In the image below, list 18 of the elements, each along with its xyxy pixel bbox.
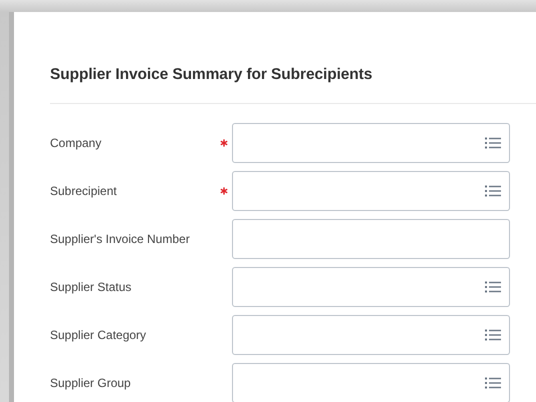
input-field[interactable] [232,267,510,307]
field-label: Company [50,136,102,150]
input-field[interactable] [232,315,510,355]
field-label: Subrecipient [50,184,118,198]
list-icon[interactable] [485,329,501,341]
field-label: Supplier Category [50,328,148,342]
field-label: Supplier Group [50,376,132,390]
field-label: Supplier Status [50,280,132,294]
input-field[interactable] [232,171,510,211]
list-icon[interactable] [485,377,501,389]
input-field[interactable] [232,219,510,259]
field-label: Supplier's Invoice Number [50,232,191,246]
list-icon[interactable] [485,281,501,293]
list-icon[interactable] [485,137,501,149]
list-icon[interactable] [485,185,501,197]
page-title: Supplier Invoice Summary for Subrecipients [50,66,374,84]
input-field[interactable] [232,363,510,402]
input-field[interactable] [232,123,510,163]
